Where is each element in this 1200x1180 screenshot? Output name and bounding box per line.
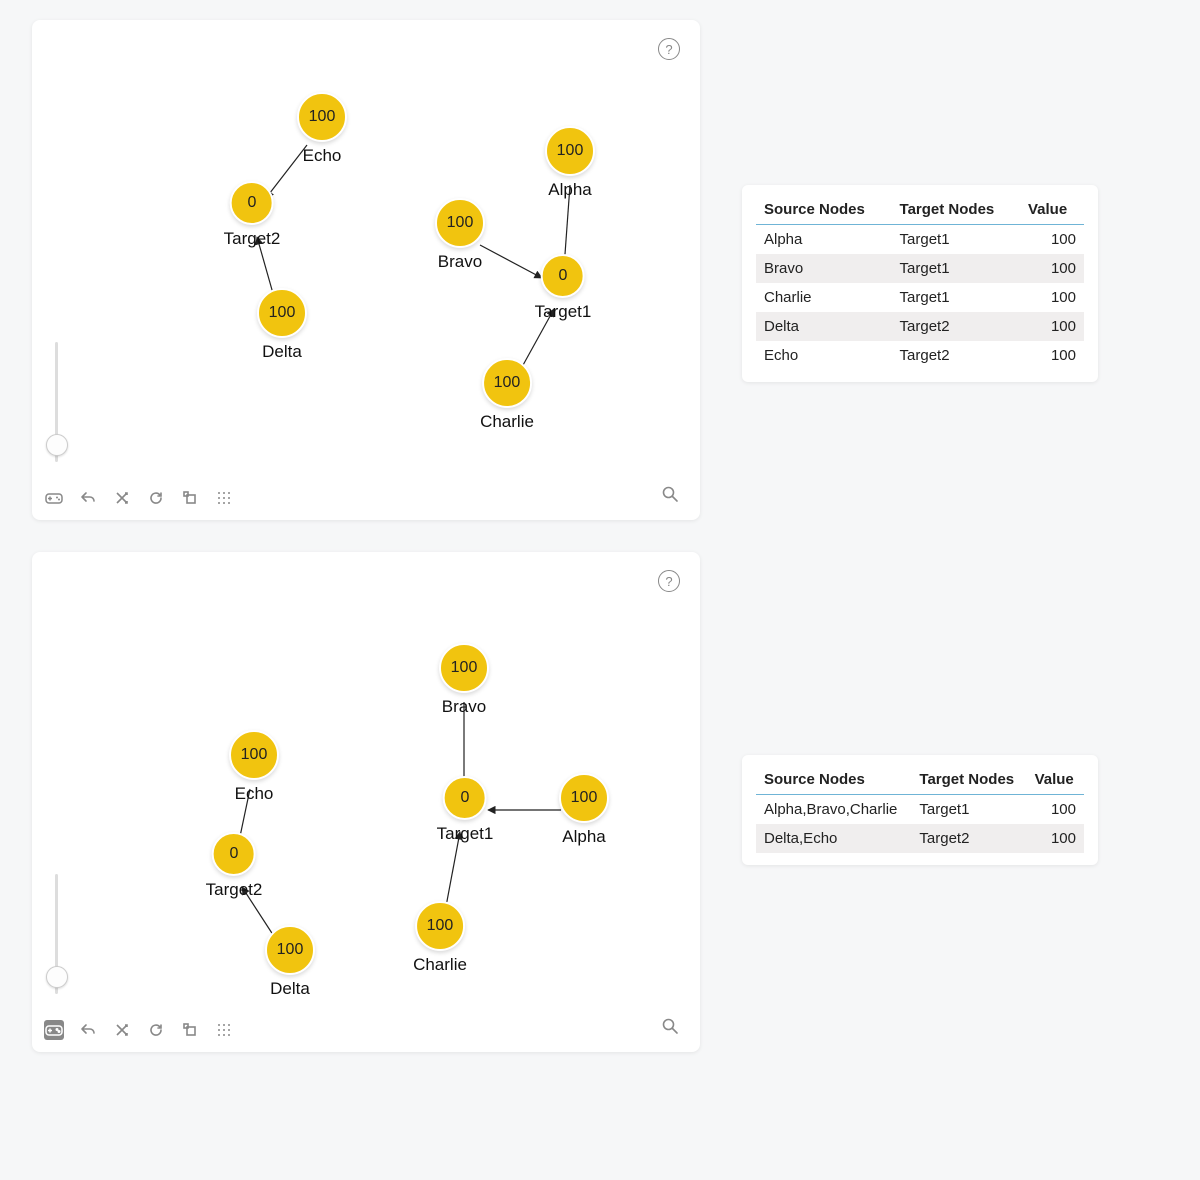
node-label: Delta — [265, 979, 315, 999]
node-delta[interactable]: 100 Delta — [257, 288, 307, 362]
grid-icon[interactable] — [214, 1020, 234, 1040]
slider-thumb[interactable] — [46, 434, 68, 456]
graph-canvas-1[interactable]: 100 Echo 0 Target2 100 Delta 100 Alpha 1… — [42, 30, 690, 460]
node-value: 100 — [257, 288, 307, 338]
search-icon[interactable] — [660, 1016, 680, 1036]
node-value: 0 — [212, 832, 256, 876]
node-label: Bravo — [435, 252, 485, 272]
friction-slider[interactable] — [48, 874, 64, 994]
node-bravo[interactable]: 100 Bravo — [435, 198, 485, 272]
node-value: 100 — [559, 773, 609, 823]
node-value: 100 — [265, 925, 315, 975]
node-label: Target2 — [224, 229, 281, 249]
data-table-2: Source Nodes Target Nodes Value Alpha,Br… — [742, 755, 1098, 865]
slider-thumb[interactable] — [46, 966, 68, 988]
graph-panel-1: ? 100 Echo 0 Target2 100 — [32, 20, 700, 520]
node-charlie[interactable]: 100 Charlie — [480, 358, 534, 432]
node-echo[interactable]: 100 Echo — [297, 92, 347, 166]
node-label: Bravo — [439, 697, 489, 717]
node-alpha[interactable]: 100 Alpha — [545, 126, 595, 200]
undo-icon[interactable] — [78, 1020, 98, 1040]
node-value: 100 — [415, 901, 465, 951]
node-charlie[interactable]: 100 Charlie — [413, 901, 467, 975]
node-label: Target1 — [437, 824, 494, 844]
table-row[interactable]: Alpha,Bravo,CharlieTarget1100 — [756, 795, 1084, 825]
node-bravo[interactable]: 100 Bravo — [439, 643, 489, 717]
node-echo[interactable]: 100 Echo — [229, 730, 279, 804]
node-label: Target2 — [206, 880, 263, 900]
refresh-icon[interactable] — [146, 1020, 166, 1040]
node-value: 0 — [443, 776, 487, 820]
node-value: 0 — [541, 254, 585, 298]
node-target2[interactable]: 0 Target2 — [206, 832, 263, 900]
node-label: Alpha — [559, 827, 609, 847]
graph-edges-1 — [42, 30, 690, 460]
gamepad-icon[interactable] — [44, 488, 64, 508]
search-icon[interactable] — [660, 484, 680, 504]
node-label: Echo — [229, 784, 279, 804]
node-label: Delta — [257, 342, 307, 362]
node-value: 0 — [230, 181, 274, 225]
node-delta[interactable]: 100 Delta — [265, 925, 315, 999]
node-value: 100 — [482, 358, 532, 408]
graph-toolbar-1 — [44, 488, 234, 508]
col-source: Source Nodes — [756, 765, 911, 795]
graph-panel-2: ? 100 Echo 0 Target2 100 — [32, 552, 700, 1052]
friction-slider[interactable] — [48, 342, 64, 462]
node-target1[interactable]: 0 Target1 — [437, 776, 494, 844]
node-target1[interactable]: 0 Target1 — [535, 254, 592, 322]
node-label: Echo — [297, 146, 347, 166]
gamepad-icon[interactable] — [44, 1020, 64, 1040]
shuffle-icon[interactable] — [112, 488, 132, 508]
node-label: Charlie — [413, 955, 467, 975]
box-icon[interactable] — [180, 1020, 200, 1040]
node-label: Alpha — [545, 180, 595, 200]
node-value: 100 — [297, 92, 347, 142]
col-value: Value — [1027, 765, 1084, 795]
table-row[interactable]: BravoTarget1100 — [756, 254, 1084, 283]
col-target: Target Nodes — [911, 765, 1026, 795]
grid-icon[interactable] — [214, 488, 234, 508]
box-icon[interactable] — [180, 488, 200, 508]
node-target2[interactable]: 0 Target2 — [224, 181, 281, 249]
node-value: 100 — [439, 643, 489, 693]
col-target: Target Nodes — [892, 195, 1020, 225]
node-alpha[interactable]: 100 Alpha — [559, 773, 609, 847]
node-label: Target1 — [535, 302, 592, 322]
node-label: Charlie — [480, 412, 534, 432]
col-value: Value — [1020, 195, 1084, 225]
col-source: Source Nodes — [756, 195, 892, 225]
graph-canvas-2[interactable]: 100 Echo 0 Target2 100 Delta 100 Bravo 0… — [42, 562, 690, 992]
refresh-icon[interactable] — [146, 488, 166, 508]
undo-icon[interactable] — [78, 488, 98, 508]
table-row[interactable]: CharlieTarget1100 — [756, 283, 1084, 312]
node-value: 100 — [435, 198, 485, 248]
shuffle-icon[interactable] — [112, 1020, 132, 1040]
table-row[interactable]: EchoTarget2100 — [756, 341, 1084, 370]
data-table-1: Source Nodes Target Nodes Value AlphaTar… — [742, 185, 1098, 382]
table-row[interactable]: Delta,EchoTarget2100 — [756, 824, 1084, 853]
table-row[interactable]: DeltaTarget2100 — [756, 312, 1084, 341]
graph-toolbar-2 — [44, 1020, 234, 1040]
node-value: 100 — [229, 730, 279, 780]
node-value: 100 — [545, 126, 595, 176]
table-row[interactable]: AlphaTarget1100 — [756, 225, 1084, 255]
